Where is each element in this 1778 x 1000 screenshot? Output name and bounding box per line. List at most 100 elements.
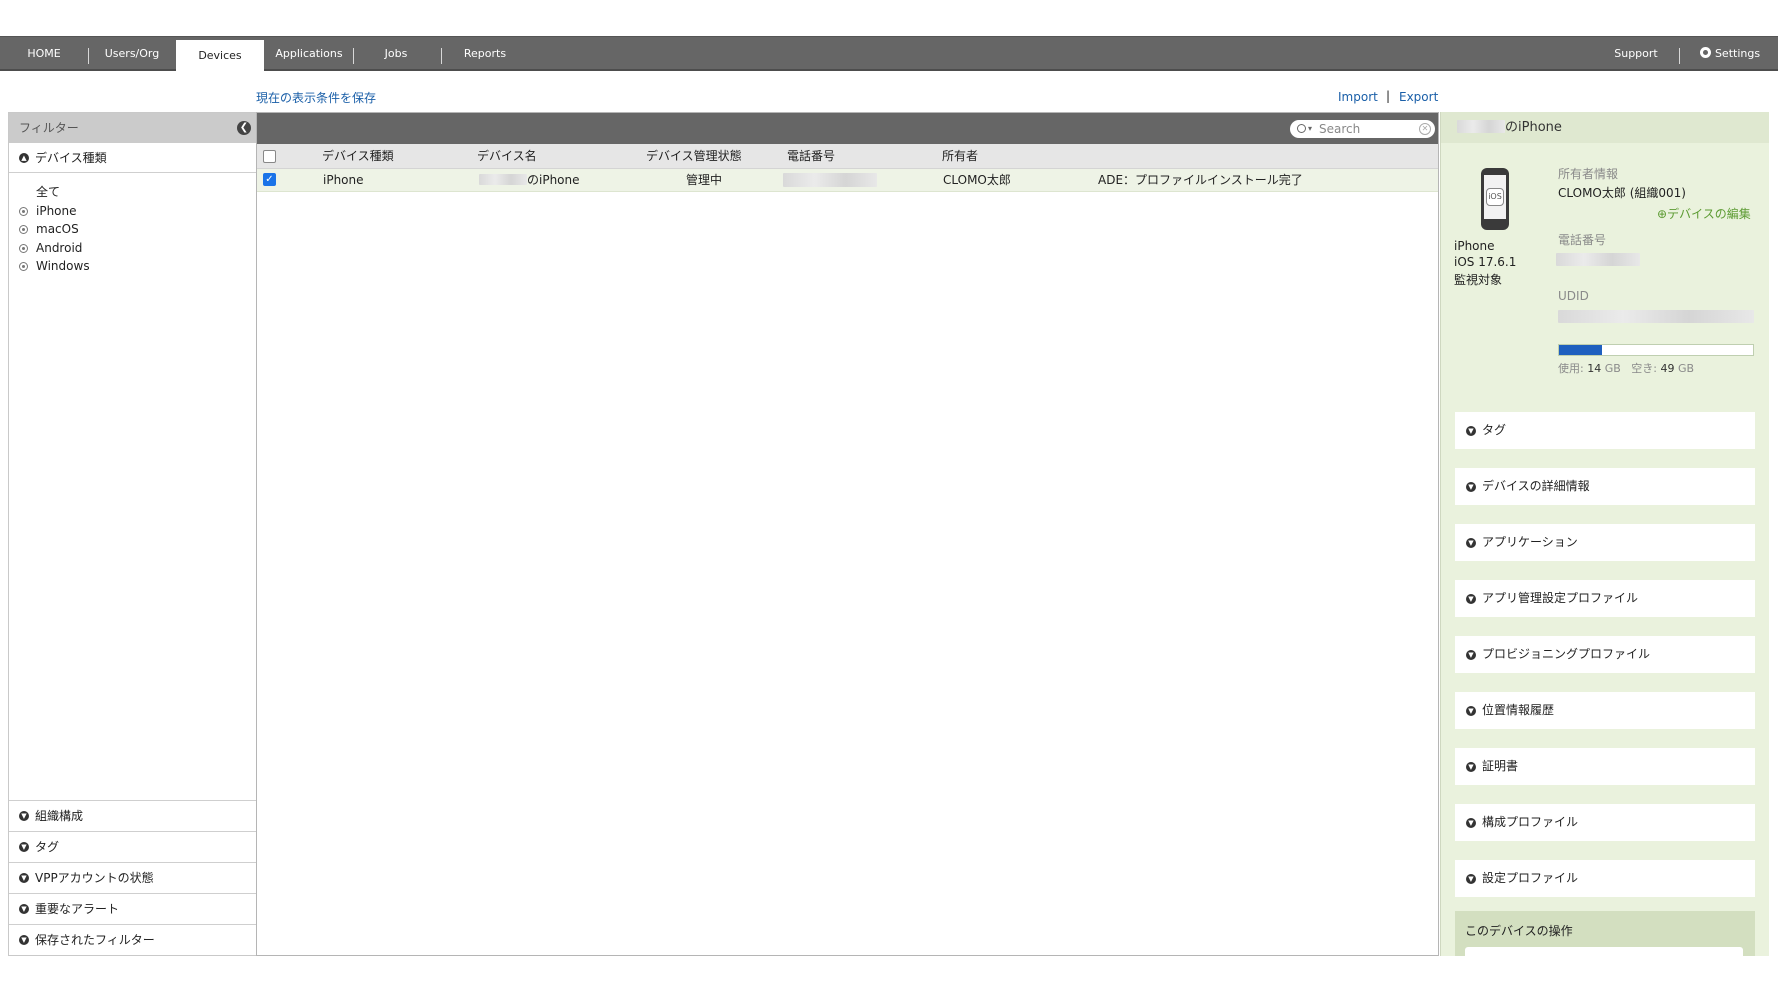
cell-status: 管理中 — [686, 173, 723, 187]
caret-down-icon: ▾ — [1308, 124, 1313, 133]
section-label: 設定プロファイル — [1482, 871, 1579, 885]
section-label: 位置情報履歴 — [1482, 703, 1555, 717]
cell-owner: CLOMO太郎 — [943, 173, 1011, 187]
chevron-down-icon: ▼ — [1466, 426, 1476, 436]
table-header: デバイス種類 デバイス名 デバイス管理状態 電話番号 所有者 — [257, 144, 1438, 169]
redacted-text — [479, 174, 527, 185]
top-nav: HOME Users/Org Devices Applications Jobs… — [0, 36, 1778, 72]
filter-header: フィルター ❮ — [9, 113, 256, 143]
filter-section-saved[interactable]: ▼ 保存されたフィルター — [9, 924, 256, 955]
search-input[interactable]: ▾ Search ✕ — [1290, 120, 1435, 138]
filter-section-alerts[interactable]: ▼ 重要なアラート — [9, 893, 256, 924]
save-view-link[interactable]: 現在の表示条件を保存 — [256, 89, 376, 106]
device-operations: このデバイスの操作 — [1455, 911, 1755, 956]
export-link[interactable]: Export — [1399, 90, 1438, 104]
udid-label: UDID — [1558, 289, 1589, 303]
nav-support[interactable]: Support — [1602, 37, 1670, 70]
filter-option-macos[interactable]: macOS — [9, 220, 256, 239]
search-icon — [1297, 124, 1306, 133]
select-all-checkbox[interactable] — [263, 150, 276, 163]
device-table-panel: ▾ Search ✕ デバイス種類 デバイス名 デバイス管理状態 電話番号 所有… — [256, 112, 1439, 956]
chevron-down-icon: ▼ — [1466, 594, 1476, 604]
section-applications[interactable]: ▼ アプリケーション — [1455, 524, 1755, 561]
section-label: 証明書 — [1482, 759, 1519, 773]
nav-settings-label: Settings — [1714, 47, 1761, 60]
nav-divider — [1679, 48, 1680, 64]
detail-sections: ▼ タグ ▼ デバイスの詳細情報 ▼ アプリケーション ▼ アプリ管理設定プロファイル … — [1455, 412, 1755, 916]
filter-section-label: 保存されたフィルター — [35, 933, 155, 947]
filter-section-vpp[interactable]: ▼ VPPアカウントの状態 — [9, 862, 256, 893]
section-certificates[interactable]: ▼ 証明書 — [1455, 748, 1755, 785]
column-header-owner[interactable]: 所有者 — [942, 144, 978, 169]
chevron-down-icon: ▼ — [1466, 538, 1476, 548]
section-configuration-profile[interactable]: ▼ 構成プロファイル — [1455, 804, 1755, 841]
device-type-options: 全て iPhone macOS Android Windows — [9, 173, 256, 276]
section-app-config-profile[interactable]: ▼ アプリ管理設定プロファイル — [1455, 580, 1755, 617]
search-placeholder: Search — [1319, 122, 1361, 136]
nav-divider — [353, 48, 354, 64]
chevron-down-icon: ▼ — [1466, 874, 1476, 884]
column-header-device-type[interactable]: デバイス種類 — [322, 144, 394, 169]
row-checkbox[interactable]: ✓ — [263, 173, 276, 186]
phone-label: 電話番号 — [1558, 233, 1607, 247]
section-tags[interactable]: ▼ タグ — [1455, 412, 1755, 449]
nav-settings[interactable]: Settings — [1690, 37, 1770, 70]
nav-home[interactable]: HOME — [10, 37, 78, 70]
device-detail-panel: のiPhone iOS iPhone iOS 17.6.1 監視対象 所有者情報… — [1440, 112, 1769, 956]
filter-section-device-type[interactable]: ▲ デバイス種類 — [9, 143, 256, 173]
filter-option-all[interactable]: 全て — [9, 183, 256, 202]
link-separator: | — [1386, 89, 1391, 103]
chevron-down-icon: ▼ — [1466, 762, 1476, 772]
cell-device-name: のiPhone — [479, 169, 580, 191]
filter-option-iphone[interactable]: iPhone — [9, 202, 256, 221]
nav-reports[interactable]: Reports — [446, 37, 524, 70]
filter-section-label: 重要なアラート — [35, 902, 120, 916]
redacted-text — [1457, 120, 1505, 133]
nav-jobs[interactable]: Jobs — [358, 37, 434, 70]
redacted-text — [1558, 310, 1754, 323]
filter-panel: フィルター ❮ ▲ デバイス種類 全て iPhone macOS Android… — [8, 112, 257, 956]
nav-applications[interactable]: Applications — [268, 37, 350, 70]
section-label: 構成プロファイル — [1482, 815, 1579, 829]
edit-device-link[interactable]: ⊕デバイスの編集 — [1657, 205, 1751, 222]
chevron-down-icon: ▼ — [19, 873, 29, 883]
import-link[interactable]: Import — [1338, 90, 1378, 104]
table-toolbar: ▾ Search ✕ — [257, 113, 1438, 144]
storage-free-value: 49 — [1660, 362, 1675, 375]
filter-section-org[interactable]: ▼ 組織構成 — [9, 800, 256, 831]
column-header-device-name[interactable]: デバイス名 — [477, 144, 537, 169]
gear-icon — [1699, 47, 1711, 58]
device-model: iPhone — [1454, 239, 1495, 253]
filter-option-label: 全て — [36, 185, 61, 199]
section-device-details[interactable]: ▼ デバイスの詳細情報 — [1455, 468, 1755, 505]
section-provisioning-profile[interactable]: ▼ プロビジョニングプロファイル — [1455, 636, 1755, 673]
os-version: iOS 17.6.1 — [1454, 255, 1517, 269]
section-label: デバイスの詳細情報 — [1482, 479, 1590, 493]
nav-divider — [88, 48, 89, 64]
collapse-left-icon[interactable]: ❮ — [237, 121, 251, 135]
detail-header: のiPhone — [1441, 112, 1769, 143]
chevron-down-icon: ▼ — [19, 811, 29, 821]
column-header-phone[interactable]: 電話番号 — [787, 144, 835, 169]
filter-option-android[interactable]: Android — [9, 239, 256, 258]
clear-icon[interactable]: ✕ — [1419, 123, 1431, 135]
column-header-management-status[interactable]: デバイス管理状態 — [646, 144, 742, 169]
section-settings-profile[interactable]: ▼ 設定プロファイル — [1455, 860, 1755, 897]
supervised-status: 監視対象 — [1454, 273, 1503, 287]
section-location-history[interactable]: ▼ 位置情報履歴 — [1455, 692, 1755, 729]
storage-free-label: 空き: — [1631, 362, 1658, 375]
section-label: アプリケーション — [1482, 535, 1578, 549]
radio-icon — [19, 206, 28, 216]
section-label: タグ — [1482, 423, 1507, 437]
filter-section-tag[interactable]: ▼ タグ — [9, 831, 256, 862]
nav-users-org[interactable]: Users/Org — [92, 37, 172, 70]
filter-section-label: 組織構成 — [35, 809, 84, 823]
chevron-up-icon: ▲ — [19, 153, 29, 163]
filter-option-label: iPhone — [36, 203, 77, 218]
filter-option-label: Windows — [36, 259, 90, 273]
table-row[interactable]: ✓ iPhone のiPhone 管理中 CLOMO太郎 ADE：プロファイルイ… — [257, 169, 1438, 192]
filter-option-windows[interactable]: Windows — [9, 257, 256, 276]
nav-devices[interactable]: Devices — [176, 40, 264, 72]
operations-select[interactable] — [1465, 947, 1743, 956]
cell-phone — [783, 169, 877, 191]
